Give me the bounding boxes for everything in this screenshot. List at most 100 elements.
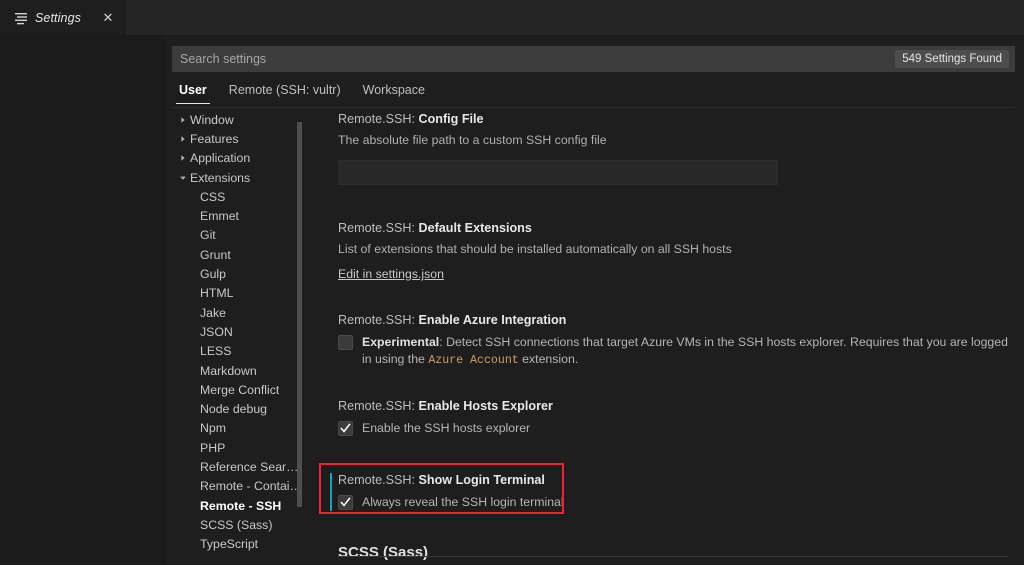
toc-item-window[interactable]: Window: [172, 110, 304, 129]
toc-item-scss-sass[interactable]: SCSS (Sass): [172, 515, 304, 534]
toc-item-extensions[interactable]: Extensions: [172, 168, 304, 187]
toc-item-label: Gulp: [200, 267, 226, 282]
search-row: 549 Settings Found: [172, 46, 1015, 72]
settings-editor-window: Settings ✕ 549 Settings Found User Remot…: [0, 0, 1024, 565]
hosts-explorer-checkbox[interactable]: [338, 421, 353, 436]
setting-name: Show Login Terminal: [418, 472, 545, 487]
settings-panes: Window Features Application Extensions C…: [165, 110, 1024, 565]
tab-user-label: User: [179, 83, 207, 97]
section-header-scss-sass: SCSS (Sass): [330, 544, 1024, 561]
setting-prefix: Remote.SSH:: [338, 112, 419, 126]
tab-workspace[interactable]: Workspace: [352, 83, 436, 104]
editor-tab-bar: Settings ✕: [0, 0, 1024, 35]
setting-default-extensions[interactable]: Remote.SSH: Default Extensions List of e…: [330, 219, 1024, 284]
toc-item-label: TypeScript: [200, 537, 259, 552]
toc-item-less[interactable]: LESS: [172, 342, 304, 361]
setting-name: Config File: [418, 112, 484, 126]
setting-prefix: Remote.SSH:: [338, 313, 419, 327]
left-empty-gutter: [0, 35, 165, 565]
tab-settings-label: Settings: [35, 10, 81, 25]
tab-remote[interactable]: Remote (SSH: vultr): [218, 83, 352, 104]
setting-name: Enable Hosts Explorer: [418, 399, 553, 413]
tabs-divider: [172, 107, 1015, 108]
setting-prefix: Remote.SSH:: [338, 399, 419, 413]
setting-show-login-terminal[interactable]: Remote.SSH: Show Login Terminal Always r…: [330, 471, 1024, 511]
toc-item-application[interactable]: Application: [172, 149, 304, 168]
toc-item-jake[interactable]: Jake: [172, 303, 304, 322]
toc-item-css[interactable]: CSS: [172, 187, 304, 206]
toc-item-label: Reference Search V...: [200, 459, 304, 474]
setting-enable-azure-integration[interactable]: Remote.SSH: Enable Azure Integration Exp…: [330, 311, 1024, 369]
tab-settings[interactable]: Settings ✕: [0, 0, 127, 35]
search-input[interactable]: [172, 46, 1015, 72]
toc-item-features[interactable]: Features: [172, 129, 304, 148]
tab-user[interactable]: User: [172, 83, 218, 104]
toc-item-label: Window: [190, 112, 234, 127]
toc-item-markdown[interactable]: Markdown: [172, 361, 304, 380]
toc-item-php[interactable]: PHP: [172, 438, 304, 457]
toc-item-label: Jake: [200, 305, 226, 320]
toc-item-label: Remote - SSH: [200, 498, 282, 513]
settings-found-badge: 549 Settings Found: [895, 50, 1009, 68]
setting-config-file[interactable]: Remote.SSH: Config File The absolute fil…: [330, 110, 1024, 185]
toc-scrollbar[interactable]: [296, 110, 303, 565]
settings-editor-body: 549 Settings Found User Remote (SSH: vul…: [165, 35, 1024, 565]
setting-title: Remote.SSH: Enable Azure Integration: [338, 311, 1008, 329]
setting-prefix: Remote.SSH:: [338, 220, 419, 235]
azure-label-part2: extension.: [518, 351, 579, 366]
setting-enable-hosts-explorer[interactable]: Remote.SSH: Enable Hosts Explorer Enable…: [330, 397, 1024, 437]
checkbox-row: Experimental: Detect SSH connections tha…: [338, 334, 1008, 369]
toc-item-label: LESS: [200, 344, 232, 359]
toc-item-grunt[interactable]: Grunt: [172, 245, 304, 264]
edit-in-settings-json-link[interactable]: Edit in settings.json: [338, 267, 444, 281]
setting-title: Remote.SSH: Config File: [338, 110, 1008, 128]
toc-item-label: SCSS (Sass): [200, 517, 273, 532]
toc-item-reference-search-view[interactable]: Reference Search V...: [172, 457, 304, 476]
settings-list-icon: [14, 11, 28, 25]
toc-item-typescript[interactable]: TypeScript: [172, 535, 304, 554]
toc-item-label: Extensions: [190, 170, 251, 185]
chevron-right-icon: [176, 154, 190, 162]
toc-item-remote-containers[interactable]: Remote - Containers: [172, 477, 304, 496]
checkbox-row: Enable the SSH hosts explorer: [338, 420, 1008, 437]
tab-workspace-label: Workspace: [362, 83, 425, 97]
toc-item-remote-ssh[interactable]: Remote - SSH: [172, 496, 304, 515]
toc-item-label: Application: [190, 151, 251, 166]
checkbox-row: Always reveal the SSH login terminal: [338, 494, 1008, 511]
section-divider: [338, 556, 1008, 557]
settings-list: Remote.SSH: Config File The absolute fil…: [330, 110, 1024, 565]
toc-item-npm[interactable]: Npm: [172, 419, 304, 438]
toc-item-label: Grunt: [200, 247, 231, 262]
toc-item-gulp[interactable]: Gulp: [172, 264, 304, 283]
section-header-label: SCSS (Sass): [338, 544, 429, 561]
tab-remote-label: Remote (SSH: vultr): [228, 83, 341, 97]
toc-item-json[interactable]: JSON: [172, 322, 304, 341]
azure-account-code-token: Azure Account: [428, 353, 519, 367]
azure-integration-checkbox[interactable]: [338, 335, 353, 350]
settings-toc-tree: Window Features Application Extensions C…: [172, 110, 304, 565]
setting-prefix: Remote.SSH:: [338, 472, 419, 487]
toc-item-label: Npm: [200, 421, 226, 436]
toc-item-label: CSS: [200, 189, 226, 204]
show-login-terminal-checkbox[interactable]: [338, 494, 353, 510]
toc-item-label: Features: [190, 131, 239, 146]
toc-item-emmet[interactable]: Emmet: [172, 206, 304, 225]
toc-item-label: Merge Conflict: [200, 382, 280, 397]
toc-item-label: HTML: [200, 286, 234, 301]
toc-scrollbar-thumb[interactable]: [297, 122, 302, 507]
toc-item-label: Remote - Containers: [200, 479, 304, 494]
toc-item-html[interactable]: HTML: [172, 284, 304, 303]
setting-title: Remote.SSH: Show Login Terminal: [338, 471, 1008, 489]
setting-description: The absolute file path to a custom SSH c…: [338, 133, 607, 147]
toc-item-node-debug[interactable]: Node debug: [172, 399, 304, 418]
config-file-input[interactable]: [338, 159, 778, 185]
close-icon[interactable]: ✕: [100, 10, 116, 26]
toc-item-git[interactable]: Git: [172, 226, 304, 245]
toc-item-merge-conflict[interactable]: Merge Conflict: [172, 380, 304, 399]
toc-item-label: Node debug: [200, 402, 268, 417]
